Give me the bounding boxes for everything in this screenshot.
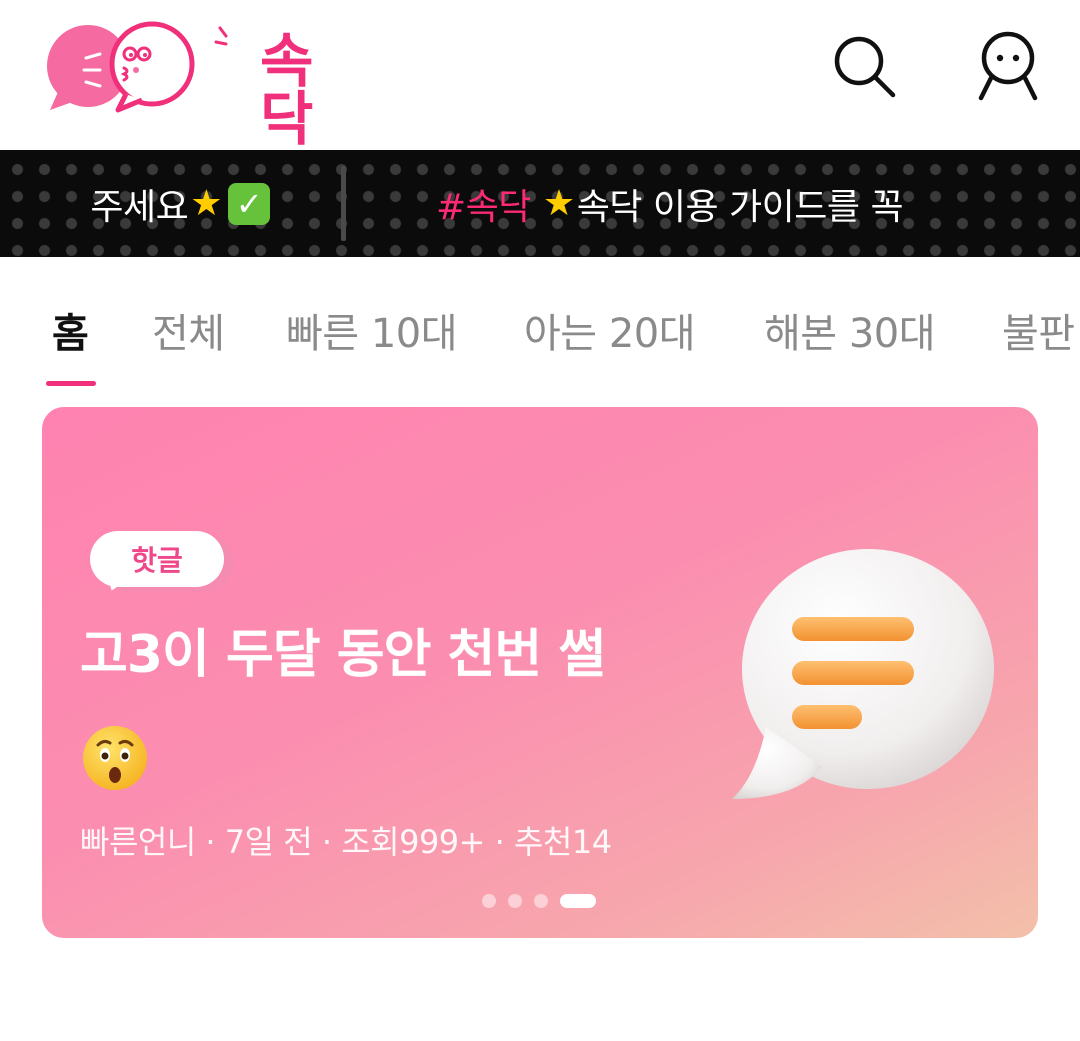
- category-tabs: 홈 전체 빠른 10대 아는 20대 해본 30대 불판: [0, 257, 1080, 397]
- carousel-dot[interactable]: [482, 894, 496, 908]
- ticker-divider: [341, 166, 346, 241]
- tab-home[interactable]: 홈: [52, 301, 89, 359]
- star-icon: ★: [542, 183, 575, 224]
- carousel-dot-active[interactable]: [560, 894, 596, 908]
- logo-text: 속닥: [260, 27, 313, 153]
- banner-meta: 빠른언니 · 7일 전 · 조회999+ · 추천14: [80, 823, 612, 861]
- star-icon: ★: [190, 183, 222, 224]
- carousel-dot[interactable]: [508, 894, 522, 908]
- search-button[interactable]: [828, 30, 900, 102]
- ticker-right-text: 속닥 이용 가이드를 꼭: [576, 186, 904, 228]
- carousel-dot[interactable]: [534, 894, 548, 908]
- hot-post-banner[interactable]: 핫글 고3이 두달 동안 천번 썰 빠른언니 · 7일 전 · 조회999+ ·…: [42, 407, 1038, 938]
- app-logo[interactable]: 속닥: [44, 14, 354, 148]
- ticker-segment-current: #속닥 ★ 속닥 이용 가이드를 꼭: [436, 150, 976, 257]
- tab-teens[interactable]: 빠른 10대: [286, 301, 458, 359]
- notice-ticker[interactable]: 주세요 ★ ✓ #속닥 ★ 속닥 이용 가이드를 꼭: [0, 150, 1080, 257]
- ticker-left-text: 주세요: [90, 186, 189, 228]
- speech-bubble-icon: [732, 549, 994, 799]
- astonished-face-icon: [83, 726, 147, 790]
- search-icon: [834, 36, 896, 98]
- tab-fire[interactable]: 불판: [1002, 301, 1075, 359]
- tab-all[interactable]: 전체: [152, 301, 225, 359]
- ticker-hashtag: #속닥: [436, 186, 531, 228]
- banner-title: 고3이 두달 동안 천번 썰: [80, 625, 606, 685]
- tab-twenties[interactable]: 아는 20대: [524, 301, 696, 359]
- check-mark-icon: ✓: [228, 182, 270, 225]
- tab-thirties[interactable]: 해본 30대: [764, 301, 936, 359]
- active-tab-indicator: [46, 381, 96, 386]
- ticker-segment-previous: 주세요 ★ ✓: [0, 150, 270, 257]
- app-header: 속닥: [0, 0, 1080, 150]
- profile-button[interactable]: [972, 30, 1044, 102]
- carousel-indicator: [482, 894, 596, 908]
- profile-icon: [978, 31, 1038, 101]
